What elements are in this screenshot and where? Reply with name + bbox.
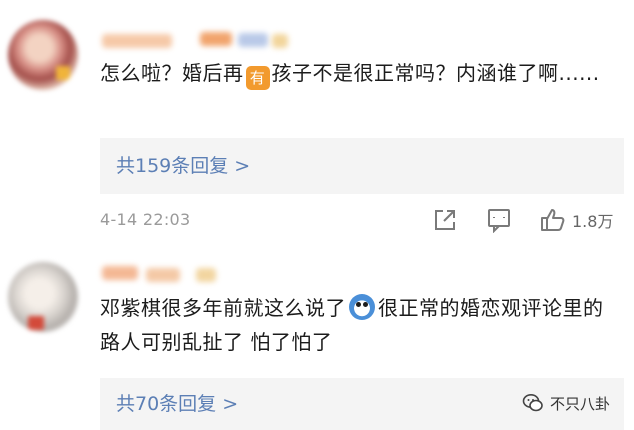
comment-text-part: 邓紫棋很多年前就这么说了 <box>100 296 346 320</box>
comment-timestamp: 4-14 22:03 <box>100 210 191 229</box>
watermark-text: 不只八卦 <box>550 394 611 413</box>
comment-text: 邓紫棋很多年前就这么说了 很正常的婚恋观评论里的路人可别乱扯了 怕了怕了 <box>100 291 620 359</box>
username-blurred <box>146 268 180 282</box>
view-replies-button[interactable]: 共159条回复 > <box>100 138 624 194</box>
doraemon-emoji-icon <box>349 294 375 320</box>
thumbs-up-icon <box>540 207 566 233</box>
watermark: 不只八卦 <box>522 388 610 418</box>
reply-count-label: 共159条回复 > <box>116 155 251 177</box>
username-blurred[interactable] <box>102 266 138 280</box>
emoji-you-icon: 有 <box>245 66 270 90</box>
user-badge-blurred <box>196 268 216 282</box>
user-badge-blurred <box>238 33 268 47</box>
share-button[interactable] <box>432 204 458 236</box>
like-button[interactable]: 1.8万 <box>540 204 613 236</box>
comment-text-part: 孩子不是很正常吗？内涵谁了啊...... <box>271 61 600 85</box>
username-blurred[interactable] <box>102 34 172 48</box>
user-badge-blurred <box>200 32 232 46</box>
like-count: 1.8万 <box>572 212 614 231</box>
share-icon <box>432 207 458 233</box>
reply-count-label: 共70条回复 > <box>116 393 239 415</box>
comment-text-part: 怎么啦？婚后再 <box>100 61 244 85</box>
comment-button[interactable] <box>486 204 512 236</box>
wechat-logo-icon <box>522 392 544 414</box>
user-badge-blurred <box>272 34 288 48</box>
avatar[interactable] <box>8 20 78 90</box>
comment-text: 怎么啦？婚后再有孩子不是很正常吗？内涵谁了啊...... <box>100 56 620 90</box>
avatar[interactable] <box>8 262 78 332</box>
comment-icon <box>486 207 512 233</box>
